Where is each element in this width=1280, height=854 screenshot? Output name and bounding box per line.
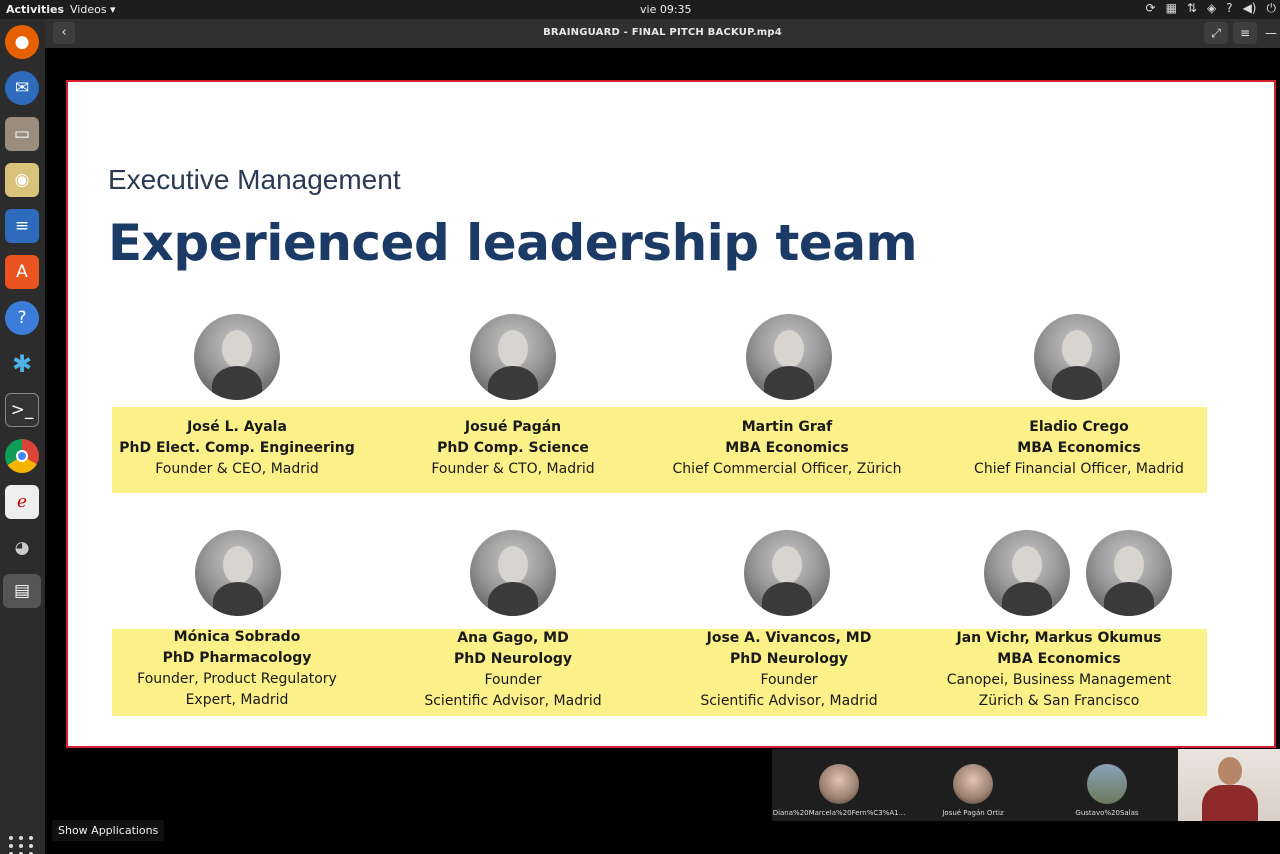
member-degree: PhD Elect. Comp. Engineering [119, 440, 355, 456]
team-member-card: Mónica Sobrado PhD Pharmacology Founder,… [102, 627, 372, 711]
videos-icon[interactable]: ▤ [3, 574, 41, 608]
help-icon[interactable]: ? [1226, 1, 1232, 16]
avatar [744, 530, 830, 616]
pdf-icon[interactable]: ℯ [5, 485, 39, 519]
avatar [195, 530, 281, 616]
self-video-body [1202, 785, 1258, 821]
menu-button[interactable]: ≡ [1233, 22, 1257, 44]
software-icon[interactable]: A [5, 255, 39, 289]
rhythmbox-icon[interactable]: ◉ [5, 163, 39, 197]
activities-button[interactable]: Activities [6, 3, 64, 16]
avatar [1034, 314, 1120, 400]
member-role: Founder, Product Regulatory [137, 671, 337, 687]
member-degree: PhD Pharmacology [162, 650, 312, 666]
member-name: Jose A. Vivancos, MD [706, 630, 872, 646]
presentation-slide: Executive Management Experienced leaders… [66, 80, 1276, 748]
participant-tile[interactable]: Gustavo%20Salas [1040, 749, 1174, 821]
team-member-card: Jan Vichr, Markus Okumus MBA Economics C… [924, 628, 1194, 712]
participant-tile[interactable]: Josué Pagán Ortiz [906, 749, 1040, 821]
writer-icon[interactable]: ≡ [5, 209, 39, 243]
avatar [953, 764, 993, 804]
member-degree: PhD Neurology [730, 651, 848, 667]
member-degree: MBA Economics [997, 651, 1121, 667]
participant-name: Diana%20Marcela%20Fern%C3%A1... [772, 809, 906, 817]
avatar [1087, 764, 1127, 804]
avatar [1086, 530, 1172, 616]
member-role: Canopei, Business Management [946, 672, 1172, 688]
video-header-bar: ‹ BRAINGUARD - FINAL PITCH BACKUP.mp4 ⤢ … [45, 19, 1280, 48]
participant-tile[interactable]: Diana%20Marcela%20Fern%C3%A1... [772, 749, 906, 821]
member-role: Founder & CEO, Madrid [155, 461, 319, 477]
participant-name: Gustavo%20Salas [1075, 809, 1139, 817]
member-name: Martin Graf [741, 419, 833, 435]
member-name: Mónica Sobrado [173, 629, 301, 645]
dock: ● ✉ ▭ ◉ ≡ A ? ✱ >_ ℯ ◕ ▤ [0, 19, 45, 854]
power-icon[interactable]: ⏻ [1267, 1, 1277, 16]
member-role: Founder & CTO, Madrid [431, 461, 595, 477]
system-tray[interactable]: ⟳ ▦ ⇅ ◈ ? ◀) ⏻ [1146, 1, 1277, 16]
avatar [746, 314, 832, 400]
member-degree: PhD Neurology [454, 651, 572, 667]
self-video-tile[interactable] [1178, 749, 1280, 821]
team-member-card: Josué Pagán PhD Comp. Science Founder & … [378, 417, 648, 480]
member-degree: MBA Economics [725, 440, 849, 456]
member-role-line2: Scientific Advisor, Madrid [700, 693, 878, 709]
avatar [194, 314, 280, 400]
member-name: Eladio Crego [1029, 419, 1129, 435]
member-name: Josué Pagán [464, 419, 562, 435]
participant-name: Josué Pagán Ortiz [942, 809, 1004, 817]
member-role: Founder [484, 672, 542, 688]
hamburger-icon: ≡ [1239, 26, 1251, 40]
firefox-icon[interactable]: ● [5, 25, 39, 59]
show-applications-button[interactable] [7, 831, 37, 854]
member-role: Chief Financial Officer, Madrid [974, 461, 1184, 477]
avatar [470, 530, 556, 616]
dropbox-icon[interactable]: ◈ [1207, 1, 1216, 16]
team-member-card: José L. Ayala PhD Elect. Comp. Engineeri… [102, 417, 372, 480]
member-role-line2: Scientific Advisor, Madrid [424, 693, 602, 709]
member-role: Chief Commercial Officer, Zürich [672, 461, 902, 477]
team-member-card: Martin Graf MBA Economics Chief Commerci… [652, 417, 922, 480]
slide-title: Experienced leadership team [108, 214, 918, 272]
thunderbird-icon[interactable]: ✉ [5, 71, 39, 105]
terminal-icon[interactable]: >_ [5, 393, 39, 427]
team-member-card: Ana Gago, MD PhD Neurology Founder Scien… [378, 628, 648, 712]
gimp-icon[interactable]: ◕ [5, 531, 39, 565]
self-video-head [1218, 757, 1242, 785]
member-degree: PhD Comp. Science [437, 440, 589, 456]
help-icon[interactable]: ? [5, 301, 39, 335]
fullscreen-icon: ⤢ [1211, 26, 1221, 40]
video-title: BRAINGUARD - FINAL PITCH BACKUP.mp4 [543, 27, 782, 38]
close-button[interactable]: — [1259, 22, 1280, 44]
top-bar: Activities Videos ▾ vie 09:35 ⟳ ▦ ⇅ ◈ ? … [0, 0, 1280, 19]
slide-subtitle: Executive Management [108, 164, 401, 195]
close-icon: — [1265, 26, 1277, 40]
avatar [470, 314, 556, 400]
chrome-icon[interactable] [5, 439, 39, 473]
keyboard-icon[interactable]: ▦ [1166, 1, 1177, 16]
fullscreen-button[interactable]: ⤢ [1204, 22, 1228, 44]
volume-icon[interactable]: ◀) [1243, 1, 1257, 16]
sync-icon[interactable]: ⟳ [1146, 1, 1156, 16]
clock[interactable]: vie 09:35 [640, 3, 692, 16]
member-degree: MBA Economics [1017, 440, 1141, 456]
avatar [819, 764, 859, 804]
member-name: Jan Vichr, Markus Okumus [956, 630, 1162, 646]
team-member-card: Jose A. Vivancos, MD PhD Neurology Found… [654, 628, 924, 712]
network-icon[interactable]: ⇅ [1187, 1, 1197, 16]
member-role: Founder [760, 672, 818, 688]
show-applications-tooltip: Show Applications [52, 820, 165, 841]
avatar [984, 530, 1070, 616]
app-menu[interactable]: Videos ▾ [70, 3, 116, 16]
member-role-line2: Zürich & San Francisco [978, 693, 1140, 709]
team-member-card: Eladio Crego MBA Economics Chief Financi… [944, 417, 1214, 480]
bug-icon[interactable]: ✱ [5, 347, 39, 381]
files-icon[interactable]: ▭ [5, 117, 39, 151]
member-name: José L. Ayala [187, 419, 287, 435]
member-name: Ana Gago, MD [457, 630, 569, 646]
member-role-line2: Expert, Madrid [185, 692, 289, 708]
